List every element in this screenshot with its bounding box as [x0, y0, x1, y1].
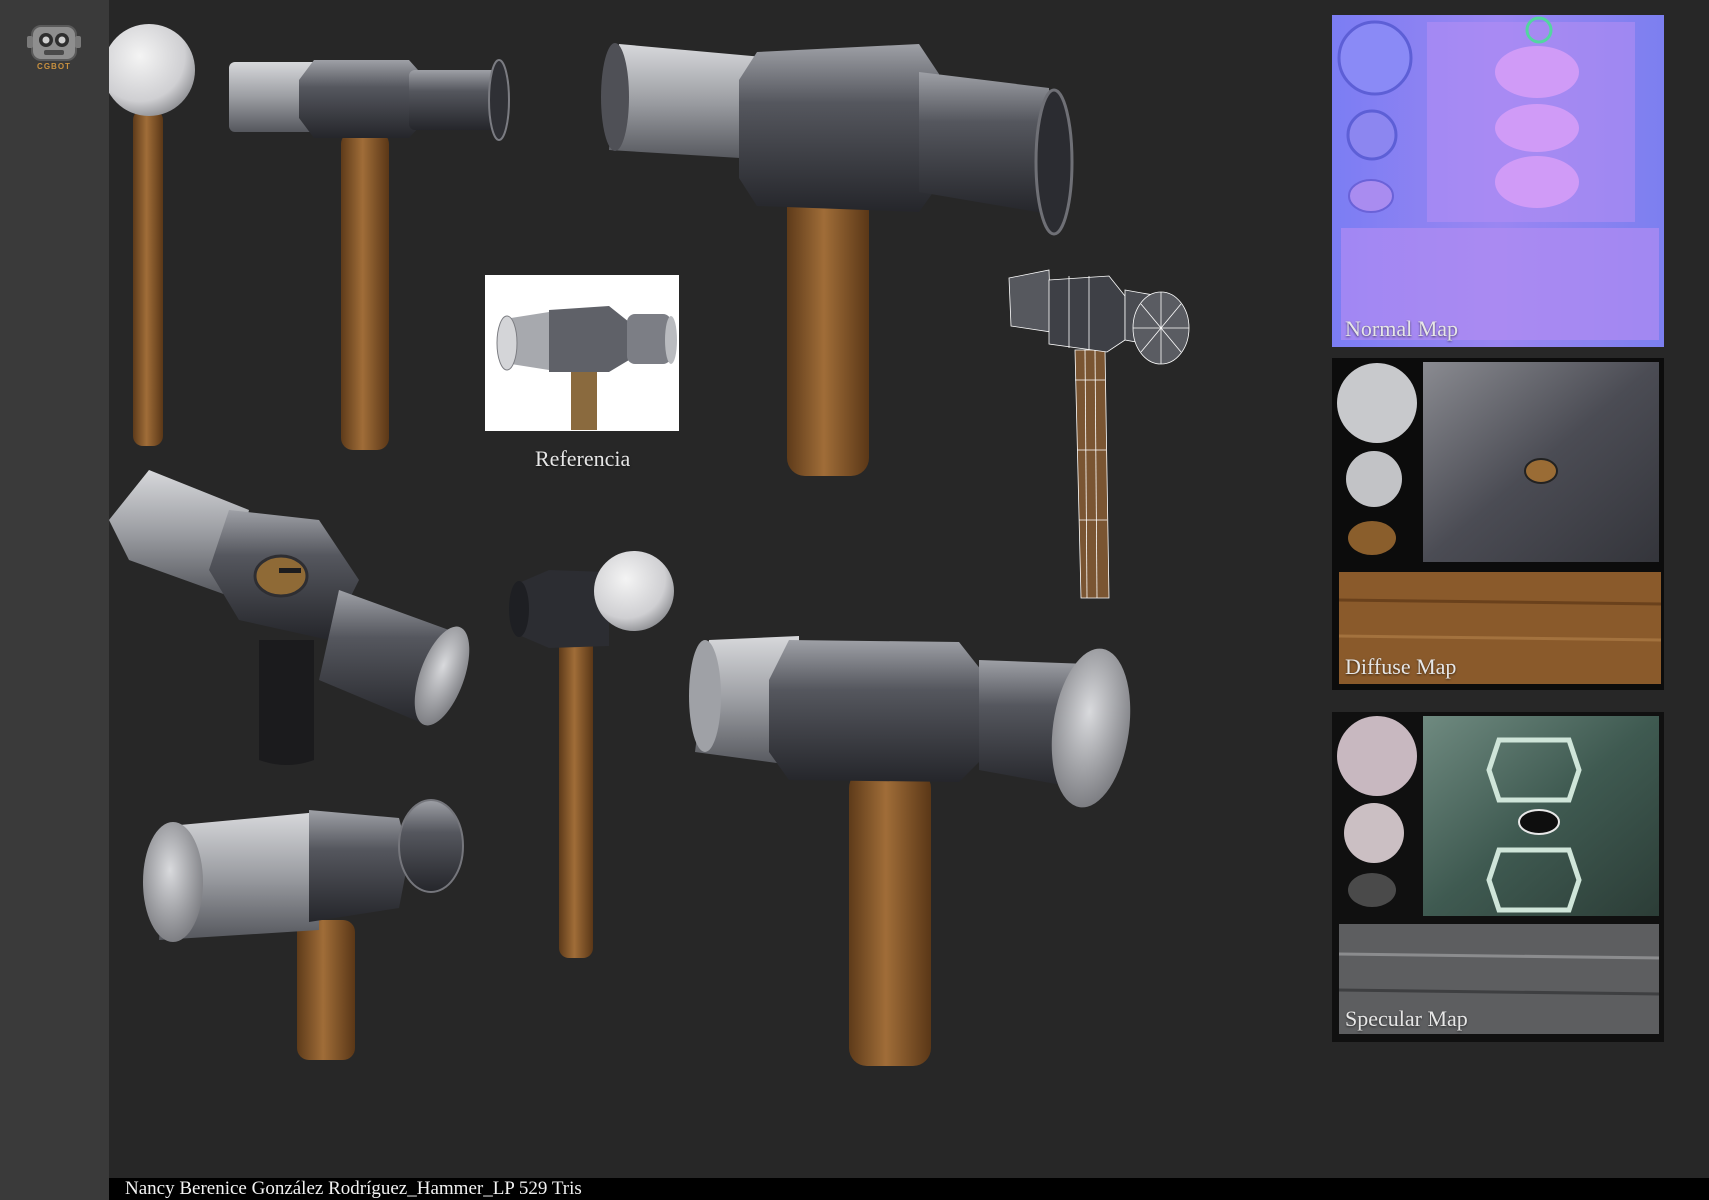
render-canvas — [109, 15, 1664, 1066]
hammer-render-bottom-large — [689, 636, 1131, 1066]
hammer-render-side-top — [229, 59, 510, 450]
hammer-render-bottom-left — [143, 799, 464, 1060]
diffuse-map-texture — [1332, 358, 1664, 690]
logo-text: CGBOT — [37, 62, 71, 71]
normal-map-texture — [1332, 15, 1664, 347]
diffuse-map-label: Diffuse Map — [1345, 654, 1457, 679]
normal-map-label: Normal Map — [1345, 316, 1459, 341]
hammer-render-small — [509, 551, 674, 958]
hammer-wireframe — [1008, 269, 1190, 599]
hammer-render-ball-top — [109, 24, 195, 446]
hammer-render-angled — [109, 470, 470, 765]
presentation-sheet: Referencia Normal Map Diffuse Map Specul… — [109, 0, 1709, 1178]
reference-caption: Referencia — [535, 446, 631, 471]
author-credit: Nancy Berenice González Rodríguez_Hammer… — [125, 1178, 582, 1199]
specular-map-label: Specular Map — [1345, 1006, 1468, 1031]
reference-photo — [485, 275, 679, 431]
footer-bar: Nancy Berenice González Rodríguez_Hammer… — [109, 1178, 1709, 1200]
sidebar: CGBOT — [0, 0, 109, 1200]
specular-map-texture — [1332, 712, 1664, 1042]
